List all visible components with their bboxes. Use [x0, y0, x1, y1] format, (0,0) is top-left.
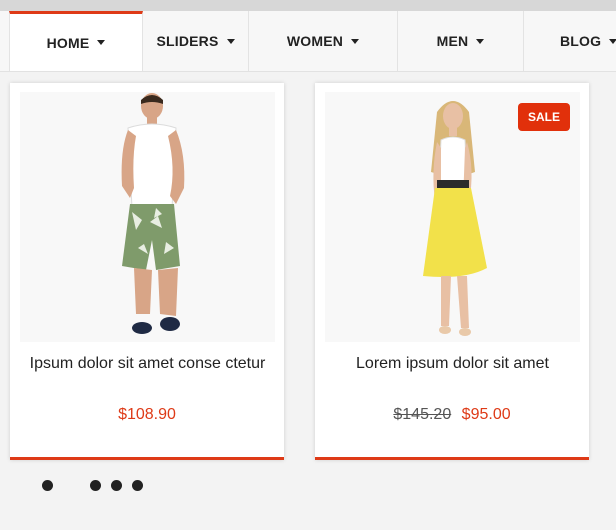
chevron-down-icon	[97, 40, 106, 45]
top-strip	[0, 0, 616, 11]
nav-item-label: MEN	[436, 33, 469, 49]
product-price: $108.90	[118, 406, 176, 423]
product-title[interactable]: Ipsum dolor sit amet conse ctetur	[20, 353, 275, 374]
product-image[interactable]: SALE	[325, 92, 580, 342]
nav-item-sliders[interactable]: SLIDERS	[143, 11, 249, 71]
product-price-row: $108.90	[10, 406, 284, 424]
carousel-dot[interactable]	[90, 480, 101, 491]
nav-item-label: WOMEN	[286, 33, 344, 49]
nav-item-label: SLIDERS	[156, 33, 219, 49]
carousel-dot[interactable]	[132, 480, 143, 491]
product-old-price: $145.20	[393, 406, 452, 423]
nav-item-home[interactable]: HOME	[9, 11, 143, 71]
nav-item-blog[interactable]: BLOG	[524, 11, 616, 71]
carousel-dot[interactable]	[42, 480, 53, 491]
main-nav: HOME SLIDERS WOMEN MEN BLOG	[0, 11, 616, 72]
product-price-row: $145.20 $95.00	[315, 406, 589, 424]
product-title[interactable]: Lorem ipsum dolor sit amet	[325, 353, 580, 374]
product-price: $95.00	[461, 406, 511, 423]
sale-badge: SALE	[518, 103, 570, 131]
nav-item-label: BLOG	[560, 33, 602, 49]
chevron-down-icon	[226, 38, 235, 44]
carousel-dot[interactable]	[111, 480, 122, 491]
chevron-down-icon	[476, 38, 485, 44]
chevron-down-icon	[609, 38, 616, 44]
nav-item-label: HOME	[46, 34, 90, 51]
chevron-down-icon	[351, 38, 360, 44]
product-card[interactable]: SALE Lorem ipsum dolor sit amet $145.20 …	[315, 83, 589, 460]
nav-item-men[interactable]: MEN	[398, 11, 524, 71]
product-image[interactable]	[20, 92, 275, 342]
nav-item-women[interactable]: WOMEN	[249, 11, 398, 71]
product-card[interactable]: Ipsum dolor sit amet conse ctetur $108.9…	[10, 83, 284, 460]
